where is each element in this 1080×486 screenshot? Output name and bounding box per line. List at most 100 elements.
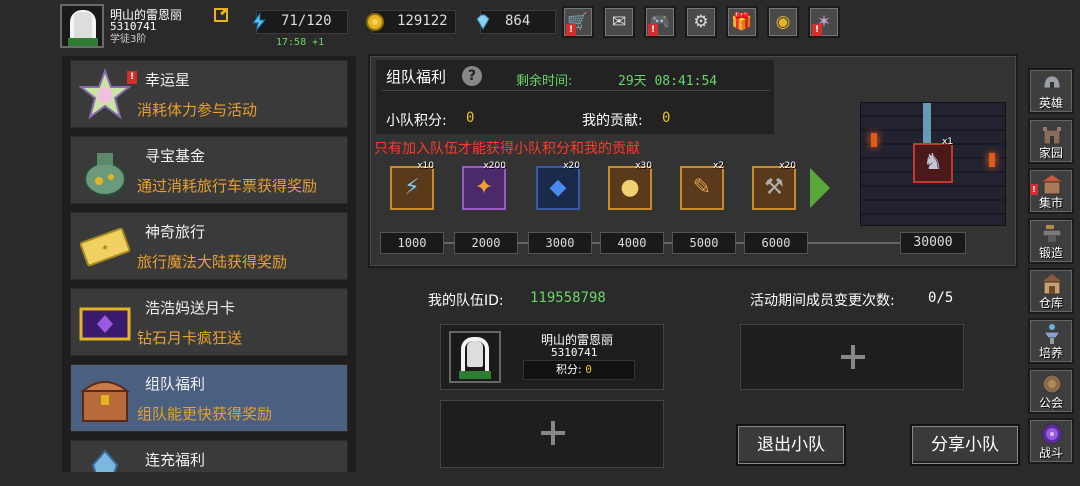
reward-quantity: x30 xyxy=(635,161,652,171)
sidebar-item-warehouse[interactable]: 仓库 xyxy=(1028,268,1074,314)
next-arrow-icon[interactable] xyxy=(810,168,830,208)
reward-slot[interactable]: ⚡ x10 xyxy=(390,161,434,210)
guild-emblem-icon xyxy=(1042,374,1062,394)
sidebar-label: 培养 xyxy=(1038,346,1063,360)
energy-bolt-icon xyxy=(252,12,267,32)
final-reward-slot[interactable]: ♞ x1 xyxy=(913,137,953,183)
reward-quantity: x20 xyxy=(779,161,796,171)
sidebar-item-forge[interactable]: 锻造 xyxy=(1028,218,1074,264)
threshold-marker-final: 30000 xyxy=(900,232,966,254)
sidebar-item-battle[interactable]: 战斗 xyxy=(1028,418,1074,464)
reward-slot[interactable]: ◆ x20 xyxy=(536,161,580,210)
blue-gem-icon: ◆ xyxy=(549,175,567,200)
event-title: 浩浩妈送月卡 xyxy=(145,299,236,317)
sidebar-label: 锻造 xyxy=(1038,246,1063,260)
dungeon-reward-scene: ♞ x1 xyxy=(860,102,1006,226)
sidebar-item-market[interactable]: ! 集市 xyxy=(1028,168,1074,214)
member-avatar xyxy=(449,331,501,383)
my-contribution-value: 0 xyxy=(662,110,671,126)
reward-slot[interactable]: ⚒ x20 xyxy=(752,161,796,210)
remaining-time-label: 剩余时间: xyxy=(516,74,573,89)
player-rank: 学徒3阶 xyxy=(110,34,147,45)
sidebar-label: 集市 xyxy=(1038,196,1063,210)
mail-button[interactable]: ✉ xyxy=(603,6,635,38)
event-title: 寻宝基金 xyxy=(145,147,206,165)
team-score-label: 小队积分: xyxy=(386,113,447,129)
treasure-chest-icon xyxy=(80,381,130,422)
controller-button[interactable]: 🎮! xyxy=(644,6,676,38)
join-team-notice: 只有加入队伍才能获得小队积分和我的贡献 xyxy=(374,141,640,157)
reward-slot[interactable]: ✦ x200 xyxy=(462,161,506,210)
event-title: 幸运星 xyxy=(145,71,191,89)
progress-line xyxy=(444,242,454,244)
gem-value: 864 xyxy=(505,13,531,29)
add-member-icon xyxy=(541,421,565,445)
wheel-button[interactable]: ◉ xyxy=(767,6,799,38)
warehouse-icon xyxy=(1042,274,1062,295)
progress-line xyxy=(808,242,900,244)
castle-icon xyxy=(1043,127,1061,145)
reward-slot[interactable]: ✎ x2 xyxy=(680,161,724,210)
energy-value: 71/120 xyxy=(281,13,332,29)
event-item-team-welfare[interactable]: 组队福利 组队能更快获得奖励 xyxy=(70,364,348,432)
market-stall-icon xyxy=(1042,175,1062,195)
sidebar-item-home[interactable]: 家园 xyxy=(1028,118,1074,164)
golden-egg-icon: ● xyxy=(620,175,640,200)
player-avatar[interactable] xyxy=(60,4,104,48)
panel-title: 组队福利 xyxy=(386,68,447,86)
fountain-icon xyxy=(1043,324,1061,344)
event-item-monthly-card[interactable]: 浩浩妈送月卡 钻石月卡疯狂送 xyxy=(70,288,348,356)
team-member-card[interactable]: 明山的雷恩丽 5310741 积分: 0 xyxy=(440,324,664,390)
gear-icon: ⚙ xyxy=(693,12,709,32)
fireworks-button[interactable]: ✶! xyxy=(808,6,840,38)
alert-badge: ! xyxy=(812,24,822,36)
gift-button[interactable]: 🎁 xyxy=(726,6,758,38)
energy-counter[interactable]: 71/120 xyxy=(252,10,348,34)
event-title: 神奇旅行 xyxy=(145,223,206,241)
threshold-marker: 6000 xyxy=(744,232,808,254)
edit-name-icon[interactable] xyxy=(214,8,228,22)
empty-member-slot[interactable] xyxy=(740,324,964,390)
anvil-icon xyxy=(1042,225,1062,242)
torch-icon xyxy=(871,133,877,147)
helmet-icon xyxy=(1043,75,1061,89)
alert-badge: ! xyxy=(566,24,576,36)
sidebar-label: 英雄 xyxy=(1038,96,1063,110)
event-item-recharge-welfare[interactable]: 连充福利 xyxy=(70,440,348,472)
coin-counter[interactable]: 129122 xyxy=(366,10,456,34)
threshold-marker: 5000 xyxy=(672,232,736,254)
threshold-marker: 1000 xyxy=(380,232,444,254)
event-description: 通过消耗旅行车票获得奖励 xyxy=(137,177,318,195)
sidebar-item-heroes[interactable]: 英雄 xyxy=(1028,68,1074,114)
event-item-magic-journey[interactable]: ✦ 神奇旅行 旅行魔法大陆获得奖励 xyxy=(70,212,348,280)
share-team-button[interactable]: 分享小队 xyxy=(910,424,1020,466)
event-item-lucky-star[interactable]: ! 幸运星 消耗体力参与活动 xyxy=(70,60,348,128)
help-icon[interactable]: ? xyxy=(462,66,482,86)
treasure-bag-icon xyxy=(84,153,126,196)
event-item-treasure-fund[interactable]: 寻宝基金 通过消耗旅行车票获得奖励 xyxy=(70,136,348,204)
sidebar-label: 公会 xyxy=(1038,396,1063,410)
member-id: 5310741 xyxy=(551,346,598,359)
leave-team-button[interactable]: 退出小队 xyxy=(736,424,846,466)
reward-quantity: x20 xyxy=(563,161,580,171)
settings-button[interactable]: ⚙ xyxy=(685,6,717,38)
sidebar-item-training[interactable]: 培养 xyxy=(1028,318,1074,364)
empty-member-slot[interactable] xyxy=(440,400,664,468)
shop-button[interactable]: 🛒! xyxy=(562,6,594,38)
event-list[interactable]: ! 幸运星 消耗体力参与活动 寻宝基金 通过消耗旅行车票获得奖励 ✦ 神奇旅行 … xyxy=(62,56,356,472)
alert-badge: ! xyxy=(127,71,137,84)
alert-badge: ! xyxy=(648,24,658,36)
threshold-marker: 4000 xyxy=(600,232,664,254)
sidebar-label: 战斗 xyxy=(1038,446,1063,460)
event-title: 组队福利 xyxy=(145,375,206,393)
gem-counter[interactable]: 864 xyxy=(476,10,556,34)
reward-slot[interactable]: ● x30 xyxy=(608,161,652,210)
progress-line xyxy=(736,242,744,244)
lucky-star-icon xyxy=(78,68,132,120)
team-id-label: 我的队伍ID: xyxy=(428,293,504,309)
team-id-value: 119558798 xyxy=(530,290,606,306)
color-wheel-icon: ◉ xyxy=(775,12,791,32)
member-score-value: 0 xyxy=(585,363,592,376)
hammer-icon: ⚒ xyxy=(764,175,784,200)
sidebar-item-guild[interactable]: 公会 xyxy=(1028,368,1074,414)
